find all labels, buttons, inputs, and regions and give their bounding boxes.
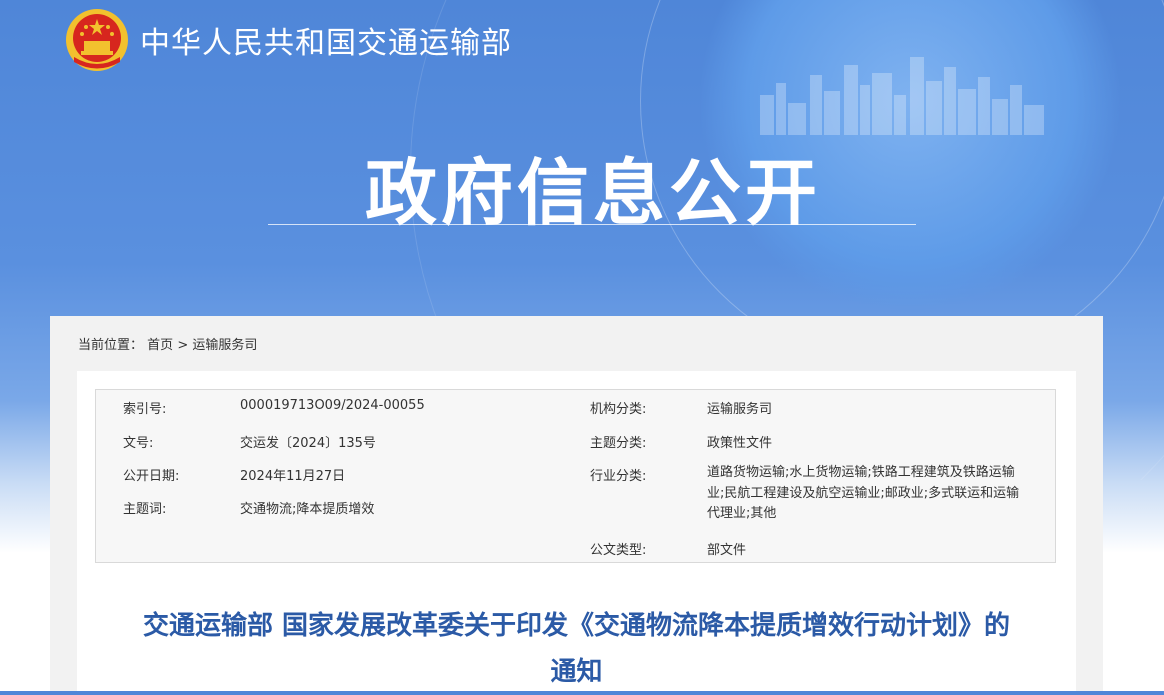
meta-keyword-value: 交通物流;降本提质增效: [240, 502, 375, 517]
meta-industry-value: 道路货物运输;水上货物运输;铁路工程建筑及铁路运输业;民航工程建设及航空运输业;…: [707, 465, 1020, 521]
meta-index-value: 000019713O09/2024-00055: [240, 398, 425, 413]
document-title-line2: 通知: [550, 657, 603, 687]
meta-docno-value: 交运发〔2024〕135号: [240, 436, 376, 451]
meta-topic-value: 政策性文件: [707, 436, 773, 451]
breadcrumb-separator: >: [177, 338, 189, 353]
breadcrumb: 当前位置： 首页 > 运输服务司: [78, 334, 257, 353]
title-underline: [268, 224, 916, 225]
meta-doctype-label: 公文类型:: [590, 543, 647, 558]
site-title[interactable]: 中华人民共和国交通运输部: [140, 18, 512, 62]
meta-industry-label: 行业分类:: [590, 469, 647, 484]
meta-keyword-label: 主题词:: [123, 502, 167, 517]
meta-org-value: 运输服务司: [707, 402, 773, 417]
content-card: 当前位置： 首页 > 运输服务司 索引号: 000019713O09/2024-…: [50, 316, 1103, 691]
skyline-icon: [760, 57, 1044, 135]
meta-org-label: 机构分类:: [590, 402, 647, 417]
document-title: 交通运输部 国家发展改革委关于印发《交通物流降本提质增效行动计划》的 通知: [77, 603, 1076, 695]
meta-topic-label: 主题分类:: [590, 436, 647, 451]
metadata-table: 索引号: 000019713O09/2024-00055 文号: 交运发〔202…: [95, 389, 1056, 563]
meta-docno-label: 文号:: [123, 436, 154, 451]
breadcrumb-current-link[interactable]: 运输服务司: [192, 338, 257, 353]
breadcrumb-home-link[interactable]: 首页: [147, 338, 173, 353]
meta-date-value: 2024年11月27日: [240, 469, 346, 484]
national-emblem-icon: [66, 9, 128, 71]
breadcrumb-label: 当前位置：: [78, 338, 144, 353]
meta-index-label: 索引号:: [123, 402, 167, 417]
meta-doctype-value: 部文件: [707, 543, 747, 558]
meta-date-label: 公开日期:: [123, 469, 180, 484]
document-panel: 索引号: 000019713O09/2024-00055 文号: 交运发〔202…: [77, 371, 1076, 691]
document-title-line1: 交通运输部 国家发展改革委关于印发《交通物流降本提质增效行动计划》的: [142, 611, 1011, 641]
